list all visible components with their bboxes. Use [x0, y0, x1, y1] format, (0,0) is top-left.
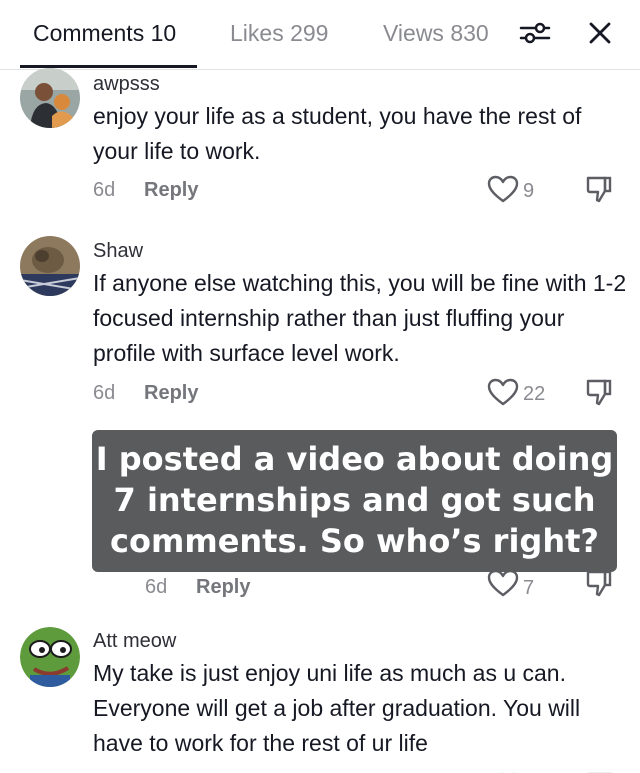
comment-username[interactable]: awpsss [93, 72, 160, 96]
like-count: 9 [523, 180, 535, 202]
comment-meta: 6d Reply [93, 381, 198, 405]
close-icon[interactable] [584, 17, 616, 49]
thumbs-down-icon[interactable] [585, 174, 613, 204]
caption-line: 7 internships and got such [113, 481, 596, 519]
comment-username[interactable]: Att meow [93, 629, 176, 653]
avatar[interactable] [20, 236, 80, 296]
tab-comments[interactable]: Comments 10 [33, 19, 176, 47]
comment-timestamp: 6d [93, 179, 116, 201]
like-count: 22 [523, 383, 546, 405]
avatar[interactable] [20, 68, 80, 128]
heart-icon[interactable] [486, 174, 520, 204]
thumbs-down-icon[interactable] [588, 766, 612, 773]
comment-text: If anyone else watching this, you will b… [93, 270, 627, 366]
caption-line: comments. So who’s right? [110, 522, 599, 560]
avatar[interactable] [20, 627, 80, 687]
thumbs-down-icon[interactable] [585, 377, 613, 407]
caption-text: I posted a video about doing 7 internshi… [92, 439, 617, 562]
comment-text: enjoy your life as a student, you have t… [93, 103, 582, 164]
caption-overlay: I posted a video about doing 7 internshi… [92, 430, 617, 572]
reply-button[interactable]: Reply [196, 575, 250, 599]
filter-icon[interactable] [518, 18, 552, 48]
heart-icon[interactable] [495, 766, 521, 773]
heart-icon[interactable] [486, 377, 520, 407]
caption-line: I posted a video about doing [95, 440, 614, 478]
comment-text: My take is just enjoy uni life as much a… [93, 660, 581, 756]
tab-views[interactable]: Views 830 [383, 19, 498, 47]
comment-meta: 6d Reply [93, 178, 198, 202]
comment-timestamp: 6d [145, 576, 168, 598]
comment-username[interactable]: Shaw [93, 239, 143, 263]
reply-button[interactable]: Reply [144, 381, 198, 405]
comment-meta: 6d Reply [145, 575, 250, 599]
reply-button[interactable]: Reply [144, 178, 198, 202]
thumbs-down-icon[interactable] [585, 568, 613, 598]
tab-likes[interactable]: Likes 299 [230, 19, 328, 47]
heart-icon[interactable] [486, 568, 520, 598]
comment-panel-header: Comments 10 Likes 299 Views 830 [0, 0, 640, 70]
comment-timestamp: 6d [93, 382, 116, 404]
like-count: 7 [523, 577, 535, 599]
